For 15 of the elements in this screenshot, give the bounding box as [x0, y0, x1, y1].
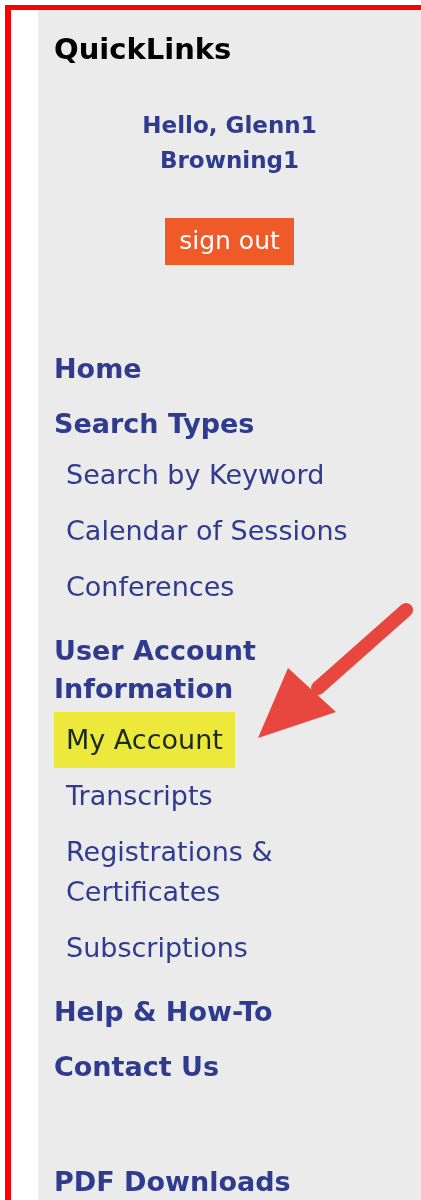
sidebar-link[interactable]: Transcripts	[54, 776, 225, 816]
section-link[interactable]: Help & How-To	[54, 993, 273, 1031]
section-link[interactable]: Home	[54, 350, 142, 388]
sidebar-link[interactable]: Search by Keyword	[54, 455, 337, 495]
section-link[interactable]: PDF Downloads	[54, 1163, 291, 1200]
greeting: Hello, Glenn1 Browning1	[141, 111, 318, 175]
sidebar-link[interactable]: Conferences	[54, 567, 247, 607]
sidebar-link[interactable]: Registrations & Certificates	[54, 832, 408, 912]
section-link[interactable]: Contact Us	[54, 1048, 220, 1086]
sidebar-link[interactable]: Calendar of Sessions	[54, 511, 360, 551]
highlighted-link[interactable]: My Account	[54, 712, 235, 768]
section-link[interactable]: Search Types	[54, 405, 255, 443]
sidebar-link[interactable]: Subscriptions	[54, 928, 260, 968]
sidebar-title: QuickLinks	[54, 32, 232, 66]
section-link[interactable]: User Account Information	[54, 632, 314, 708]
